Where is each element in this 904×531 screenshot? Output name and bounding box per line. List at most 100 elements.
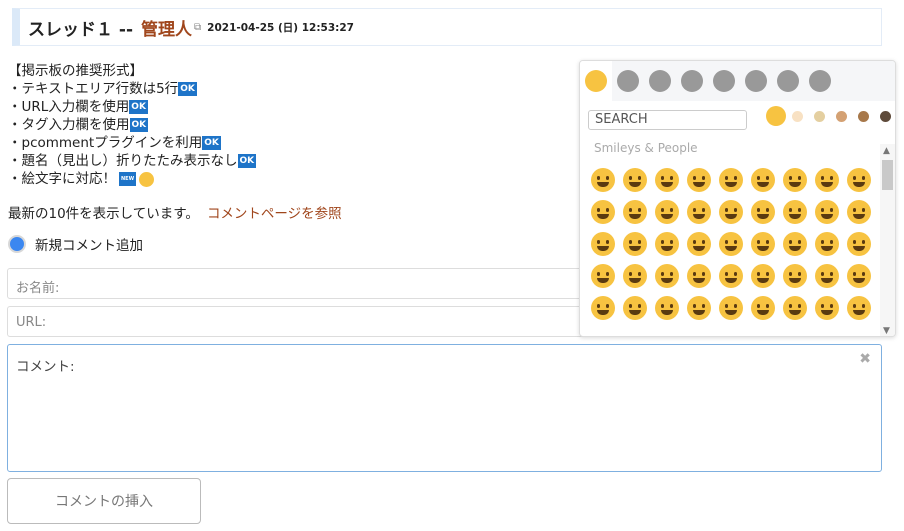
- ok-badge-icon: OK: [202, 136, 221, 150]
- submit-comment-button[interactable]: コメントの挿入: [7, 478, 201, 524]
- emoji-item[interactable]: [687, 232, 711, 256]
- thread-title: スレッド１ --: [28, 19, 134, 40]
- item-text: ・絵文字に対応！: [8, 171, 116, 187]
- item-text: ・pcommentプラグインを利用: [8, 135, 203, 151]
- intro-item: ・テキストエリア行数は5行 OK: [8, 80, 256, 98]
- emoji-category-tabs: [580, 61, 895, 101]
- emoji-item[interactable]: [783, 296, 807, 320]
- tab-flags-icon[interactable]: [804, 61, 836, 101]
- emoji-item[interactable]: [591, 200, 615, 224]
- emoji-item[interactable]: [751, 264, 775, 288]
- skin-tone-button[interactable]: [880, 111, 891, 122]
- emoji-item[interactable]: [719, 200, 743, 224]
- emoji-item[interactable]: [751, 200, 775, 224]
- intro-item: ・pcommentプラグインを利用 OK: [8, 134, 256, 152]
- tab-travel-icon[interactable]: [708, 61, 740, 101]
- emoji-item[interactable]: [687, 296, 711, 320]
- radio-button[interactable]: [8, 235, 26, 253]
- item-text: ・テキストエリア行数は5行: [8, 81, 179, 97]
- post-datetime: 2021-04-25 (日) 12:53:27: [207, 21, 354, 34]
- skin-tone-button[interactable]: [792, 111, 803, 122]
- emoji-item[interactable]: [815, 232, 839, 256]
- scrollbar[interactable]: ▲ ▼: [880, 144, 895, 336]
- radio-label: 新規コメント追加: [35, 238, 143, 254]
- emoji-item[interactable]: [847, 168, 871, 192]
- intro-item: ・タグ入力欄を使用 OK: [8, 116, 256, 134]
- intro-text: 【掲示板の推奨形式】 ・テキストエリア行数は5行 OK ・URL入力欄を使用 OK ・タ…: [8, 62, 257, 188]
- intro-item: ・URL入力欄を使用 OK: [8, 98, 256, 116]
- comment-placeholder: コメント:: [16, 359, 75, 375]
- emoji-item[interactable]: [847, 264, 871, 288]
- comment-textarea[interactable]: コメント: ✖: [7, 344, 882, 472]
- emoji-item[interactable]: [815, 200, 839, 224]
- emoji-item[interactable]: [591, 168, 615, 192]
- category-label: Smileys & People: [594, 141, 698, 155]
- ok-badge-icon: OK: [129, 118, 149, 132]
- emoji-item[interactable]: [719, 168, 743, 192]
- ok-badge-icon: OK: [178, 82, 197, 96]
- emoji-item[interactable]: [815, 264, 839, 288]
- emoji-item[interactable]: [719, 232, 743, 256]
- tab-animals-icon[interactable]: [612, 61, 644, 101]
- close-emoji-icon[interactable]: ✖: [859, 351, 871, 367]
- emoji-item[interactable]: [655, 200, 679, 224]
- emoji-item[interactable]: [655, 296, 679, 320]
- recent-text: 最新の10件を表示しています。: [8, 206, 199, 222]
- emoji-item[interactable]: [783, 168, 807, 192]
- external-link-icon[interactable]: ⧉: [194, 22, 201, 33]
- intro-heading: 【掲示板の推奨形式】: [8, 63, 143, 79]
- tab-activity-icon[interactable]: [676, 61, 708, 101]
- emoji-item[interactable]: [719, 264, 743, 288]
- emoji-item[interactable]: [655, 168, 679, 192]
- tab-symbols-icon[interactable]: [772, 61, 804, 101]
- emoji-item[interactable]: [815, 168, 839, 192]
- emoji-item[interactable]: [687, 168, 711, 192]
- emoji-item[interactable]: [751, 232, 775, 256]
- skin-tone-button[interactable]: [858, 111, 869, 122]
- intro-item: ・絵文字に対応！ NEW: [8, 170, 256, 188]
- skin-tone-button[interactable]: [766, 106, 786, 126]
- intro-item: ・題名（見出し）折りたたみ表示なし OK: [8, 152, 257, 170]
- emoji-picker: SEARCH Smileys & People ▲ ▼: [579, 60, 896, 337]
- comment-page-link[interactable]: コメントページを参照: [207, 206, 342, 222]
- emoji-item[interactable]: [719, 296, 743, 320]
- emoji-item[interactable]: [591, 264, 615, 288]
- emoji-search-input[interactable]: SEARCH: [588, 110, 747, 130]
- new-badge-icon: NEW: [119, 172, 137, 186]
- emoji-item[interactable]: [783, 264, 807, 288]
- thread-header: スレッド１ -- 管理人 ⧉ 2021-04-25 (日) 12:53:27: [12, 8, 882, 46]
- emoji-item[interactable]: [687, 264, 711, 288]
- new-comment-radio[interactable]: 新規コメント追加: [8, 234, 143, 254]
- item-text: ・URL入力欄を使用: [8, 99, 130, 115]
- emoji-item[interactable]: [623, 168, 647, 192]
- skin-tone-button[interactable]: [814, 111, 825, 122]
- author-link[interactable]: 管理人: [141, 15, 192, 40]
- emoji-item[interactable]: [847, 232, 871, 256]
- emoji-item[interactable]: [655, 264, 679, 288]
- emoji-item[interactable]: [847, 200, 871, 224]
- emoji-item[interactable]: [815, 296, 839, 320]
- ok-badge-icon: OK: [237, 154, 257, 168]
- item-text: ・題名（見出し）折りたたみ表示なし: [8, 153, 238, 169]
- skin-tone-button[interactable]: [836, 111, 847, 122]
- tab-smileys-icon[interactable]: [580, 61, 612, 101]
- emoji-item[interactable]: [751, 296, 775, 320]
- ok-badge-icon: OK: [129, 100, 148, 114]
- emoji-item[interactable]: [623, 232, 647, 256]
- emoji-item[interactable]: [623, 264, 647, 288]
- emoji-item[interactable]: [591, 232, 615, 256]
- emoji-item[interactable]: [783, 232, 807, 256]
- emoji-item[interactable]: [687, 200, 711, 224]
- emoji-item[interactable]: [783, 200, 807, 224]
- grinning-emoji-icon: [139, 171, 155, 187]
- emoji-item[interactable]: [655, 232, 679, 256]
- emoji-grid: [591, 168, 881, 320]
- tab-objects-icon[interactable]: [740, 61, 772, 101]
- emoji-item[interactable]: [751, 168, 775, 192]
- tab-food-icon[interactable]: [644, 61, 676, 101]
- emoji-item[interactable]: [623, 296, 647, 320]
- emoji-item[interactable]: [623, 200, 647, 224]
- item-text: ・タグ入力欄を使用: [8, 117, 130, 133]
- emoji-item[interactable]: [591, 296, 615, 320]
- emoji-item[interactable]: [847, 296, 871, 320]
